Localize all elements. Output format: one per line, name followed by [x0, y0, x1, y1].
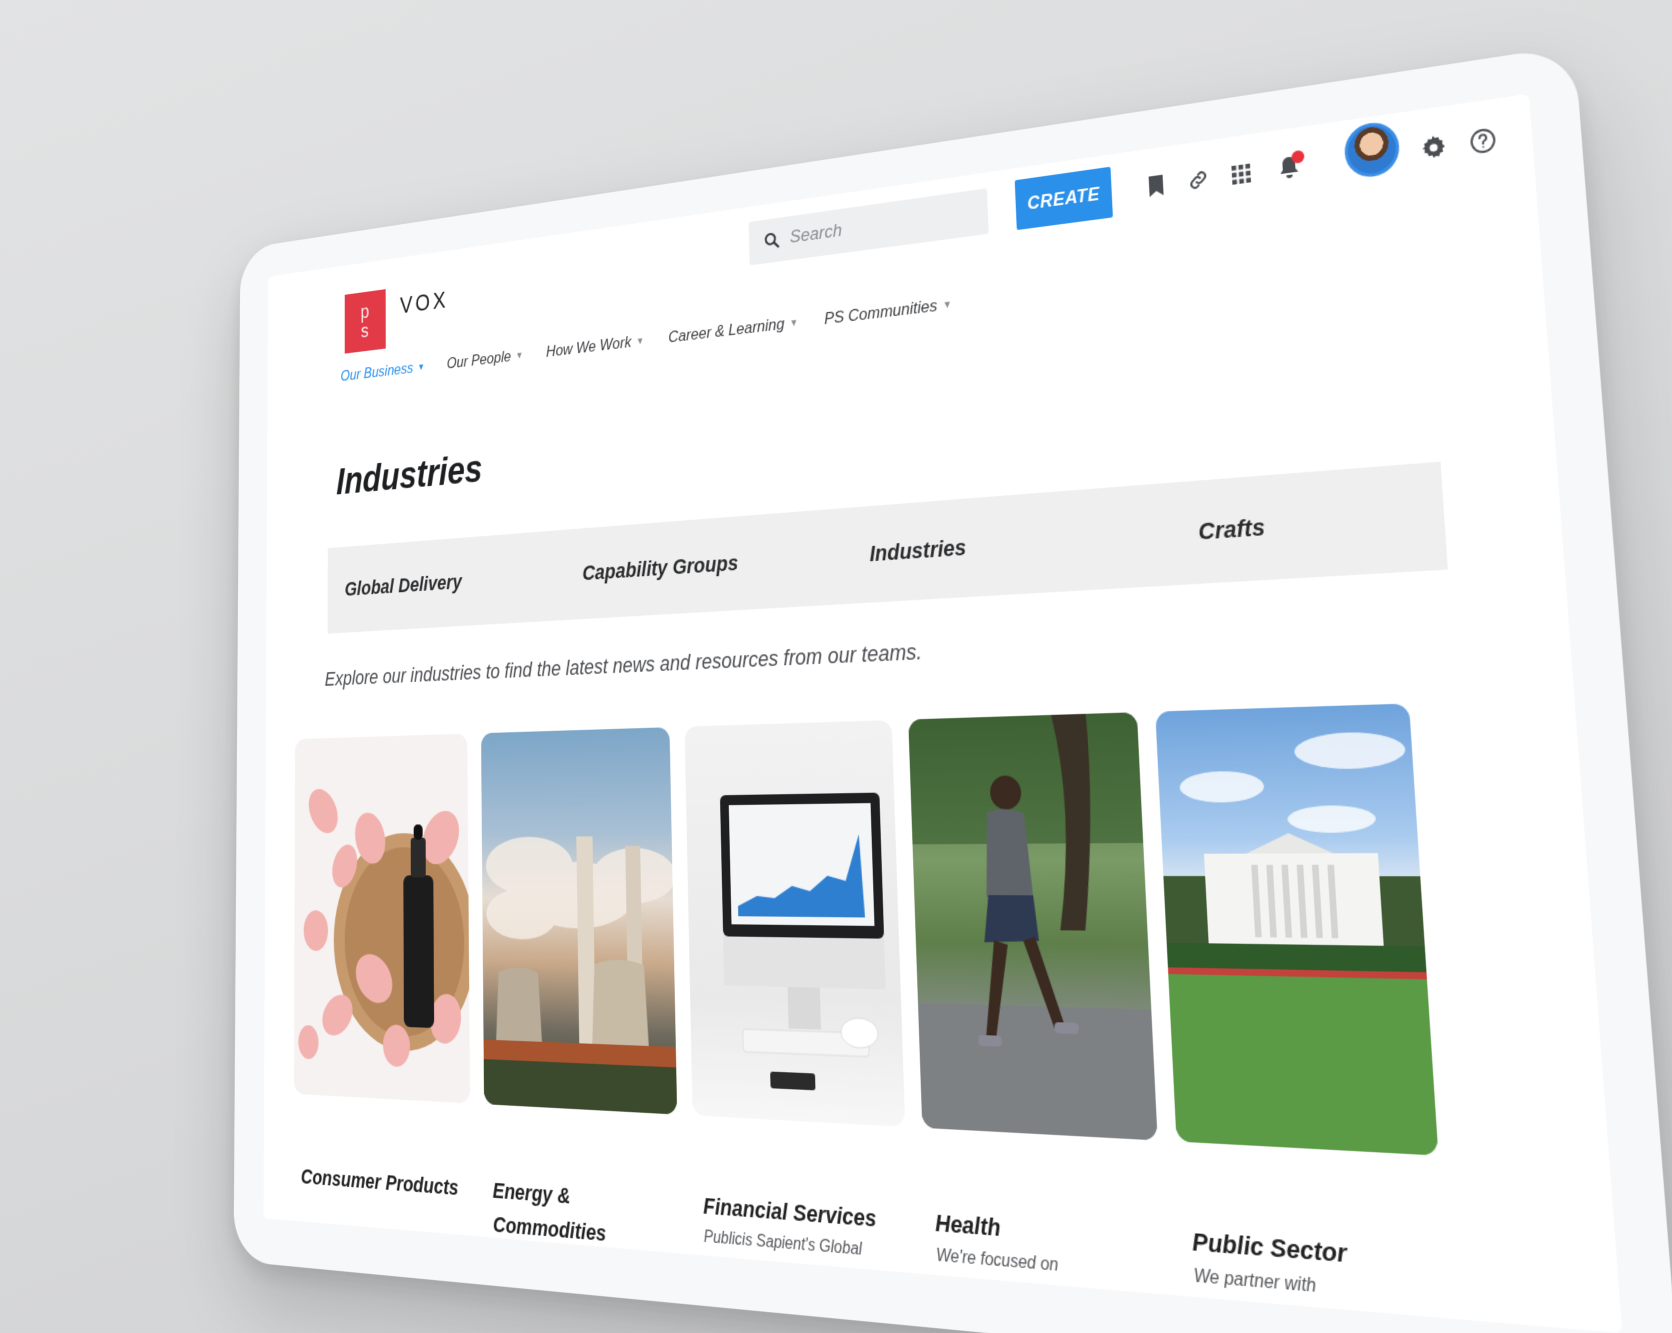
page-title: Industries [336, 446, 483, 503]
tab-capability-groups[interactable]: Capability Groups [582, 550, 738, 585]
nav-item-ps-communities[interactable]: PS Communities ▼ [824, 294, 952, 329]
tab-industries[interactable]: Industries [869, 534, 967, 567]
create-button[interactable]: CREATE [1014, 166, 1113, 231]
search-icon [764, 231, 780, 250]
nav-item-label: How We Work [546, 332, 632, 361]
nav-item-label: PS Communities [823, 296, 938, 329]
card-public-sector[interactable]: Public Sector We partner with [1155, 703, 1449, 1328]
bookmark-icon[interactable] [1138, 166, 1174, 205]
industry-cards: Consumer Products Energy & Commodities F… [293, 703, 1450, 1328]
notification-dot [1291, 149, 1305, 165]
chevron-down-icon: ▼ [789, 317, 799, 329]
section-tabs: Global Delivery Capability Groups Indust… [327, 461, 1448, 634]
settings-gear-icon[interactable] [1414, 127, 1454, 169]
avatar[interactable] [1343, 119, 1401, 181]
tab-global-delivery[interactable]: Global Delivery [345, 570, 462, 601]
nav-item-label: Career & Learning [668, 314, 785, 347]
nav-item-our-people[interactable]: Our People ▼ [447, 346, 524, 373]
brand-name: VOX [399, 285, 449, 319]
browser-screen: p s VOX Search CREATE Our Business ▼ Our… [263, 93, 1623, 1333]
card-title: Consumer Products [300, 1164, 459, 1201]
consumer-products-image [293, 733, 471, 1104]
nav-item-label: Our Business [340, 359, 414, 385]
nav-item-our-business[interactable]: Our Business ▼ [341, 358, 425, 386]
tab-crafts[interactable]: Crafts [1198, 513, 1266, 546]
nav-item-career-learning[interactable]: Career & Learning ▼ [668, 313, 798, 347]
stage: p s VOX Search CREATE Our Business ▼ Our… [0, 0, 1672, 1333]
financial-services-image [684, 720, 906, 1127]
laptop-frame: p s VOX Search CREATE Our Business ▼ Our… [233, 45, 1672, 1333]
public-sector-image [1155, 703, 1439, 1156]
card-title: Energy & Commodities [492, 1177, 607, 1247]
ps-logo[interactable]: p s [344, 289, 386, 354]
apps-grid-icon[interactable] [1223, 154, 1260, 194]
intro-text: Explore our industries to find the lates… [324, 638, 923, 691]
chevron-down-icon: ▼ [515, 350, 524, 361]
nav-item-how-we-work[interactable]: How We Work ▼ [546, 331, 644, 361]
help-icon[interactable] [1462, 120, 1503, 162]
card-health[interactable]: Health We're focused on [908, 712, 1165, 1304]
notification-bell-icon[interactable] [1270, 147, 1308, 188]
card-consumer-products[interactable]: Consumer Products [293, 733, 472, 1244]
card-energy-commodities[interactable]: Energy & Commodities [481, 727, 680, 1262]
chevron-down-icon: ▼ [942, 298, 953, 311]
search-input[interactable]: Search [790, 220, 843, 248]
chevron-down-icon: ▼ [417, 361, 425, 373]
nav-item-label: Our People [446, 347, 512, 373]
logo-letter-s: s [360, 319, 370, 343]
energy-commodities-image [481, 727, 678, 1115]
card-financial-services[interactable]: Financial Services Publicis Sapient's Gl… [684, 720, 911, 1282]
health-image [908, 712, 1158, 1141]
link-icon[interactable] [1180, 160, 1216, 200]
chevron-down-icon: ▼ [636, 335, 645, 347]
search-box[interactable]: Search [748, 188, 989, 266]
